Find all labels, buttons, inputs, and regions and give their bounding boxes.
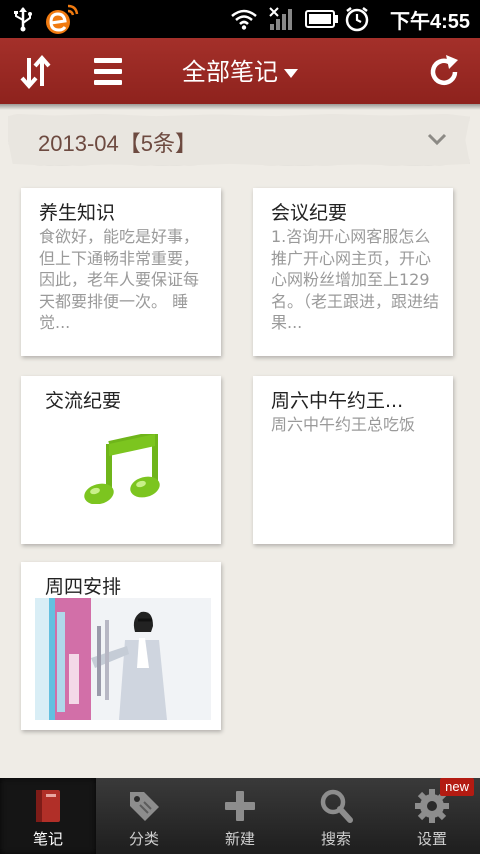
note-preview: 1.咨询开心网客服怎么推广开心网主页，开心心网粉丝增加至上129名。（老王跟进，… [271, 227, 439, 332]
tab-settings[interactable]: 设置 new [384, 778, 480, 854]
note-card[interactable]: 会议纪要 1.咨询开心网客服怎么推广开心网主页，开心心网粉丝增加至上129名。（… [253, 188, 453, 356]
music-note-icon [84, 434, 160, 504]
refresh-icon [430, 55, 458, 86]
note-title: 会议纪要 [271, 202, 348, 224]
tab-categories[interactable]: 分类 [96, 778, 192, 854]
refresh-button[interactable] [422, 50, 466, 94]
note-card[interactable]: 养生知识 食欲好，能吃是好事，但上下通畅非常重要，因此，老年人要保证每天都要排便… [21, 188, 221, 356]
search-icon [320, 789, 353, 823]
app-header: 全部笔记 [0, 38, 480, 110]
notebook-icon [36, 790, 60, 822]
status-bar: 下午4:55 [0, 0, 480, 38]
no-signal-icon [269, 7, 292, 30]
tab-label: 搜索 [320, 830, 351, 848]
note-card[interactable]: 周四安排 [21, 562, 221, 730]
new-badge: new [440, 778, 474, 796]
battery-icon [305, 10, 338, 28]
note-preview: 周六中午约王总吃饭 [271, 415, 416, 434]
tab-label: 分类 [128, 830, 159, 848]
note-title: 交流纪要 [45, 390, 122, 412]
app-notification-icon [46, 4, 79, 34]
note-image-thumbnail [35, 598, 211, 720]
tab-new[interactable]: 新建 [192, 778, 288, 854]
chevron-down-icon [427, 133, 447, 146]
tab-notes[interactable]: 笔记 [0, 778, 96, 854]
plus-icon [225, 791, 255, 821]
tab-label: 新建 [224, 830, 255, 848]
tab-label: 笔记 [32, 830, 63, 848]
page-title: 全部笔记 [182, 58, 278, 86]
date-group-label: 2013-04【5条】 [38, 131, 197, 156]
photo-image [35, 598, 211, 720]
date-group-header[interactable]: 2013-04【5条】 [8, 114, 470, 166]
note-title: 周六中午约王... [271, 390, 404, 412]
usb-icon [14, 7, 32, 32]
tag-icon [130, 792, 159, 821]
note-title: 周四安排 [45, 576, 122, 598]
bottom-tab-bar: 笔记 分类 新建 搜索 设置 new [0, 778, 480, 854]
notes-filter-dropdown[interactable]: 全部笔记 [0, 52, 480, 87]
note-card[interactable]: 交流纪要 [21, 376, 221, 544]
wifi-icon [231, 9, 257, 30]
alarm-icon [345, 7, 369, 32]
note-title: 养生知识 [39, 202, 116, 224]
note-card[interactable]: 周六中午约王... 周六中午约王总吃饭 [253, 376, 453, 544]
status-time: 下午4:55 [389, 11, 470, 33]
tab-label: 设置 [416, 830, 447, 848]
caret-down-icon [284, 68, 298, 78]
note-preview: 食欲好，能吃是好事，但上下通畅非常重要，因此，老年人要保证每天都要排便一次。 睡… [39, 227, 200, 332]
tab-search[interactable]: 搜索 [288, 778, 384, 854]
